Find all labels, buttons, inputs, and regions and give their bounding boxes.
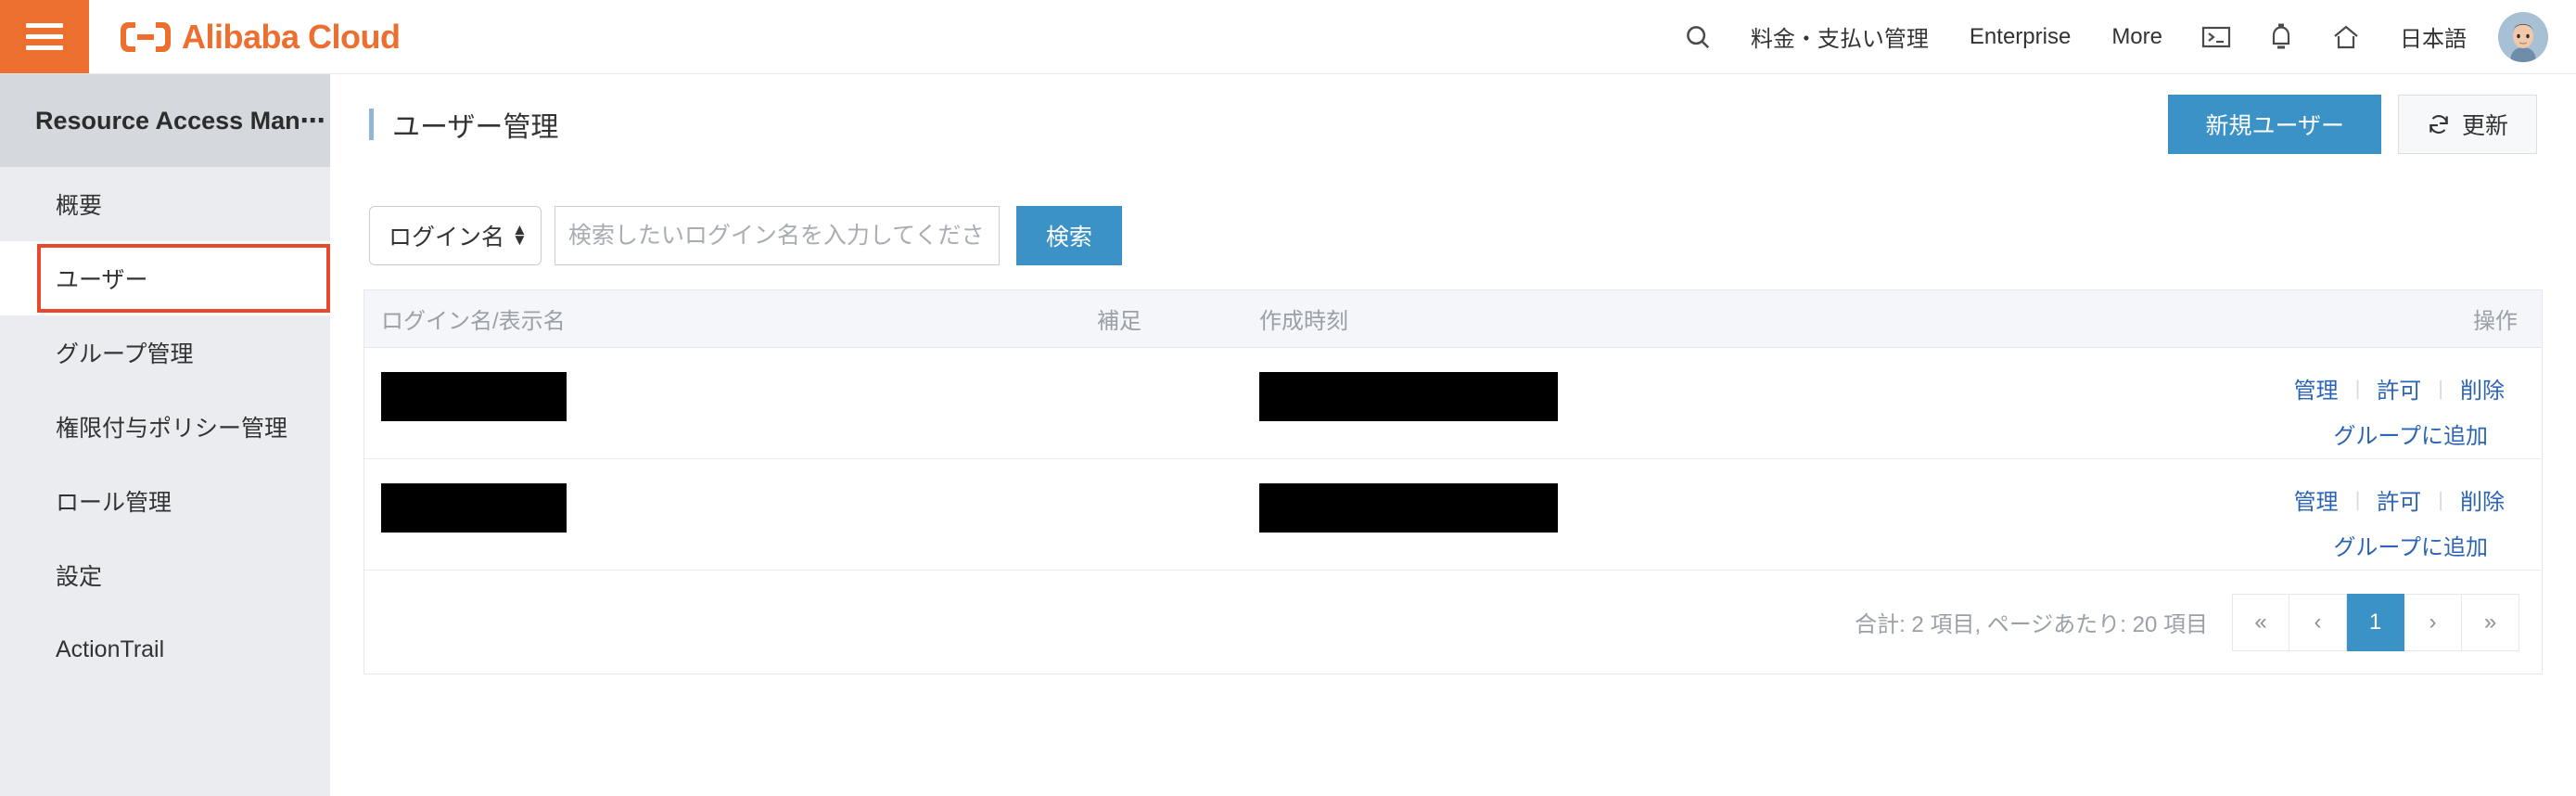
action-manage[interactable]: 管理 xyxy=(2277,483,2355,516)
sidebar-item-label: ロール管理 xyxy=(56,490,172,516)
refresh-button[interactable]: 更新 xyxy=(2397,95,2537,154)
sidebar-item-groups[interactable]: グループ管理 xyxy=(0,315,330,390)
sidebar: Resource Access Man⋯ 概要 ユーザー グループ管理 権限付与… xyxy=(0,74,330,796)
sidebar-item-settings[interactable]: 設定 xyxy=(0,538,330,612)
bell-icon xyxy=(2272,23,2290,48)
brand-name: Alibaba Cloud xyxy=(182,17,401,56)
sidebar-item-actiontrail[interactable]: ActionTrail xyxy=(0,612,330,687)
hamburger-menu-button[interactable] xyxy=(0,0,89,73)
sidebar-item-label: 権限付与ポリシー管理 xyxy=(56,416,288,442)
sidebar-item-label: 概要 xyxy=(56,193,103,219)
home-button[interactable] xyxy=(2313,0,2379,73)
create-user-button[interactable]: 新規ユーザー xyxy=(2168,95,2381,154)
sidebar-item-users[interactable]: ユーザー xyxy=(0,241,330,315)
action-delete[interactable]: 削除 xyxy=(2443,483,2521,516)
table-header-row: ログイン名/表示名 補足 作成時刻 操作 xyxy=(364,290,2542,348)
redacted-content xyxy=(381,483,567,533)
search-icon xyxy=(1687,25,1710,48)
home-icon xyxy=(2334,25,2358,48)
row-actions-secondary: グループに追加 xyxy=(1964,529,2521,561)
row-actions-secondary: グループに追加 xyxy=(1964,417,2521,450)
topnav-more-label: More xyxy=(2111,23,2162,49)
users-table: ログイン名/表示名 補足 作成時刻 操作 管理 | 許可 | 削除 グループに追… xyxy=(363,289,2543,571)
search-submit-button[interactable]: 検索 xyxy=(1015,206,1122,265)
filter-field-value: ログイン名 xyxy=(389,225,505,250)
top-navigation: 料金・支払い管理 Enterprise More 日本語 xyxy=(1665,0,2576,73)
sidebar-item-overview[interactable]: 概要 xyxy=(0,167,330,241)
page-header: ユーザー管理 新規ユーザー 更新 xyxy=(363,74,2543,174)
search-input[interactable] xyxy=(554,206,1000,265)
sidebar-item-label: ユーザー xyxy=(56,267,148,293)
redacted-content xyxy=(381,372,567,421)
topnav-billing[interactable]: 料金・支払い管理 xyxy=(1730,0,1949,73)
filter-field-select[interactable]: ログイン名 ▲ ▼ xyxy=(369,206,542,265)
refresh-icon xyxy=(2429,115,2448,134)
cell-created-at xyxy=(1259,372,1964,426)
page-title: ユーザー管理 xyxy=(392,112,559,143)
column-header-login: ログイン名/表示名 xyxy=(381,309,566,334)
pager-last[interactable]: » xyxy=(2462,593,2519,651)
sidebar-item-label: 設定 xyxy=(56,564,103,590)
cell-login-name xyxy=(364,483,1097,537)
language-label: 日本語 xyxy=(2400,27,2467,52)
cell-created-at xyxy=(1259,483,1964,537)
pager-prev[interactable]: ‹ xyxy=(2289,593,2347,651)
pager-first[interactable]: « xyxy=(2232,593,2289,651)
sidebar-title: Resource Access Man⋯ xyxy=(0,74,330,167)
sidebar-item-label: ActionTrail xyxy=(56,636,165,662)
pager-next[interactable]: › xyxy=(2404,593,2462,651)
topnav-enterprise-label: Enterprise xyxy=(1969,23,2072,49)
row-actions-primary: 管理 | 許可 | 削除 xyxy=(1964,372,2521,404)
redacted-content xyxy=(1259,372,1558,421)
sidebar-item-label: グループ管理 xyxy=(56,341,194,367)
search-button[interactable] xyxy=(1665,0,1730,73)
column-header-operations: 操作 xyxy=(2473,309,2518,334)
terminal-button[interactable] xyxy=(2183,0,2250,73)
action-delete[interactable]: 削除 xyxy=(2443,372,2521,404)
hamburger-icon xyxy=(26,17,63,57)
page-actions: 新規ユーザー 更新 xyxy=(2168,95,2537,154)
redacted-content xyxy=(1259,483,1558,533)
spinner-arrows-icon: ▲ ▼ xyxy=(512,221,528,249)
avatar[interactable] xyxy=(2498,11,2548,62)
refresh-label: 更新 xyxy=(2461,113,2508,139)
topnav-enterprise[interactable]: Enterprise xyxy=(1949,0,2091,73)
top-bar: Alibaba Cloud 料金・支払い管理 Enterprise More 日… xyxy=(0,0,2576,74)
action-permissions[interactable]: 許可 xyxy=(2360,372,2438,404)
alibaba-cloud-logo-icon xyxy=(121,21,171,52)
table-row: 管理 | 許可 | 削除 グループに追加 xyxy=(364,459,2542,571)
action-add-to-group[interactable]: グループに追加 xyxy=(2316,424,2505,449)
avatar-icon xyxy=(2498,11,2548,62)
pager-page-1[interactable]: 1 xyxy=(2347,593,2404,651)
page-title-wrap: ユーザー管理 xyxy=(369,104,558,145)
title-accent-bar xyxy=(369,109,374,140)
notifications-button[interactable] xyxy=(2250,0,2313,73)
terminal-icon xyxy=(2201,26,2231,47)
row-actions-primary: 管理 | 許可 | 削除 xyxy=(1964,483,2521,516)
action-manage[interactable]: 管理 xyxy=(2277,372,2355,404)
cell-login-name xyxy=(364,372,1097,426)
table-footer: 合計: 2 項目, ページあたり: 20 項目 « ‹ 1 › » xyxy=(363,571,2543,674)
filter-bar: ログイン名 ▲ ▼ 検索 xyxy=(363,174,2543,289)
topnav-billing-label: 料金・支払い管理 xyxy=(1750,27,1929,52)
column-header-note: 補足 xyxy=(1097,309,1141,334)
sidebar-item-policies[interactable]: 権限付与ポリシー管理 xyxy=(0,390,330,464)
action-add-to-group[interactable]: グループに追加 xyxy=(2316,535,2505,560)
column-header-created: 作成時刻 xyxy=(1259,309,1348,334)
topnav-more[interactable]: More xyxy=(2091,0,2183,73)
cell-operations: 管理 | 許可 | 削除 グループに追加 xyxy=(1964,483,2542,561)
language-selector[interactable]: 日本語 xyxy=(2379,0,2487,73)
main-content: ユーザー管理 新規ユーザー 更新 ログイン名 ▲▼ 検索 ログイン名/表示名 補… xyxy=(330,74,2576,796)
pagination-summary: 合計: 2 項目, ページあたり: 20 項目 xyxy=(1855,612,2208,637)
sidebar-item-roles[interactable]: ロール管理 xyxy=(0,464,330,538)
table-row: 管理 | 許可 | 削除 グループに追加 xyxy=(364,348,2542,459)
action-permissions[interactable]: 許可 xyxy=(2360,483,2438,516)
pagination: « ‹ 1 › » xyxy=(2232,593,2519,651)
cell-operations: 管理 | 許可 | 削除 グループに追加 xyxy=(1964,372,2542,450)
brand-logo[interactable]: Alibaba Cloud xyxy=(119,18,401,57)
